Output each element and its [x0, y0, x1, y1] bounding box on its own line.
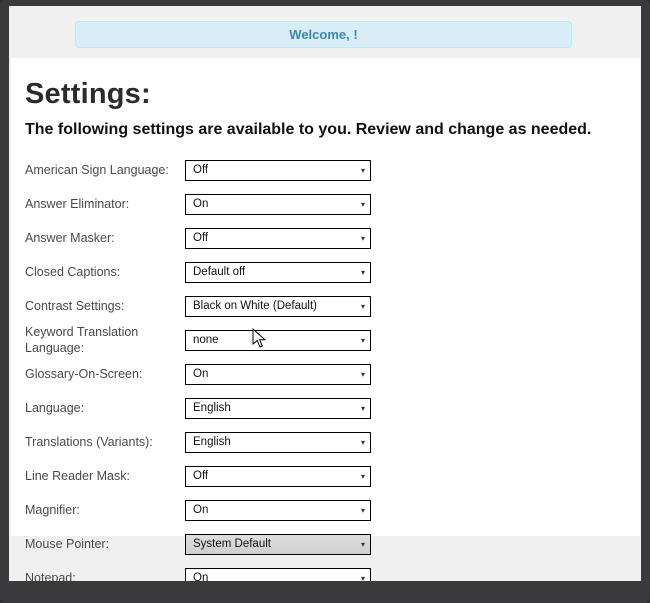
select-value: Off: [193, 232, 208, 244]
notepad-select[interactable]: On ▾: [185, 568, 371, 582]
setting-label: Line Reader Mask:: [25, 468, 185, 484]
select-value: System Default: [193, 538, 271, 550]
select-value: On: [193, 198, 208, 210]
chevron-down-icon: ▾: [361, 370, 365, 379]
setting-row-notepad: Notepad: On ▾: [17, 561, 640, 581]
chevron-down-icon: ▾: [361, 472, 365, 481]
welcome-banner: Welcome, !: [75, 21, 572, 48]
setting-row-translations-variants: Translations (Variants): English ▾: [17, 425, 640, 459]
chevron-down-icon: ▾: [361, 438, 365, 447]
setting-label: Translations (Variants):: [25, 434, 185, 450]
select-value: English: [193, 402, 231, 414]
setting-row-answer-eliminator: Answer Eliminator: On ▾: [17, 187, 640, 221]
setting-label: Language:: [25, 400, 185, 416]
setting-row-language: Language: English ▾: [17, 391, 640, 425]
chevron-down-icon: ▾: [361, 200, 365, 209]
chevron-down-icon: ▾: [361, 234, 365, 243]
setting-label: Closed Captions:: [25, 264, 185, 280]
select-value: Default off: [193, 266, 245, 278]
select-value: Off: [193, 470, 208, 482]
setting-label: Keyword Translation Language:: [25, 324, 185, 357]
setting-row-american-sign-language: American Sign Language: Off ▾: [17, 153, 640, 187]
setting-label: American Sign Language:: [25, 162, 185, 178]
app-window: Welcome, ! Settings: The following setti…: [0, 0, 650, 603]
setting-row-magnifier: Magnifier: On ▾: [17, 493, 640, 527]
setting-row-answer-masker: Answer Masker: Off ▾: [17, 221, 640, 255]
chevron-down-icon: ▾: [361, 506, 365, 515]
setting-row-mouse-pointer: Mouse Pointer: System Default ▾: [17, 527, 640, 561]
setting-row-glossary-on-screen: Glossary-On-Screen: On ▾: [17, 357, 640, 391]
chevron-down-icon: ▾: [361, 166, 365, 175]
setting-row-line-reader-mask: Line Reader Mask: Off ▾: [17, 459, 640, 493]
chevron-down-icon: ▾: [361, 302, 365, 311]
setting-row-closed-captions: Closed Captions: Default off ▾: [17, 255, 640, 289]
chevron-down-icon: ▾: [361, 336, 365, 345]
select-value: English: [193, 436, 231, 448]
select-value: Off: [193, 164, 208, 176]
welcome-text: Welcome, !: [289, 27, 357, 42]
settings-list: American Sign Language: Off ▾ Answer Eli…: [17, 153, 640, 581]
setting-row-keyword-translation-language: Keyword Translation Language: none ▾: [17, 323, 640, 357]
settings-page: Welcome, ! Settings: The following setti…: [9, 6, 641, 581]
setting-row-contrast-settings: Contrast Settings: Black on White (Defau…: [17, 289, 640, 323]
answer-eliminator-select[interactable]: On ▾: [185, 194, 371, 215]
setting-label: Mouse Pointer:: [25, 536, 185, 552]
language-select[interactable]: English ▾: [185, 398, 371, 419]
settings-card: Settings: The following settings are ava…: [11, 58, 640, 581]
glossary-on-screen-select[interactable]: On ▾: [185, 364, 371, 385]
page-title: Settings:: [25, 78, 640, 111]
setting-label: Glossary-On-Screen:: [25, 366, 185, 382]
line-reader-mask-select[interactable]: Off ▾: [185, 466, 371, 487]
american-sign-language-select[interactable]: Off ▾: [185, 160, 371, 181]
setting-label: Answer Eliminator:: [25, 196, 185, 212]
select-value: On: [193, 572, 208, 581]
chevron-down-icon: ▾: [361, 404, 365, 413]
setting-label: Notepad:: [25, 570, 185, 581]
select-value: none: [193, 334, 219, 346]
mouse-pointer-select[interactable]: System Default ▾: [185, 534, 371, 555]
magnifier-select[interactable]: On ▾: [185, 500, 371, 521]
page-subtitle: The following settings are available to …: [25, 121, 640, 139]
select-value: Black on White (Default): [193, 300, 317, 312]
select-value: On: [193, 368, 208, 380]
chevron-down-icon: ▾: [361, 574, 365, 582]
contrast-settings-select[interactable]: Black on White (Default) ▾: [185, 296, 371, 317]
setting-label: Magnifier:: [25, 502, 185, 518]
setting-label: Contrast Settings:: [25, 298, 185, 314]
answer-masker-select[interactable]: Off ▾: [185, 228, 371, 249]
chevron-down-icon: ▾: [361, 268, 365, 277]
keyword-translation-language-select[interactable]: none ▾: [185, 330, 371, 351]
setting-label: Answer Masker:: [25, 230, 185, 246]
closed-captions-select[interactable]: Default off ▾: [185, 262, 371, 283]
select-value: On: [193, 504, 208, 516]
translations-variants-select[interactable]: English ▾: [185, 432, 371, 453]
chevron-down-icon: ▾: [361, 540, 365, 549]
